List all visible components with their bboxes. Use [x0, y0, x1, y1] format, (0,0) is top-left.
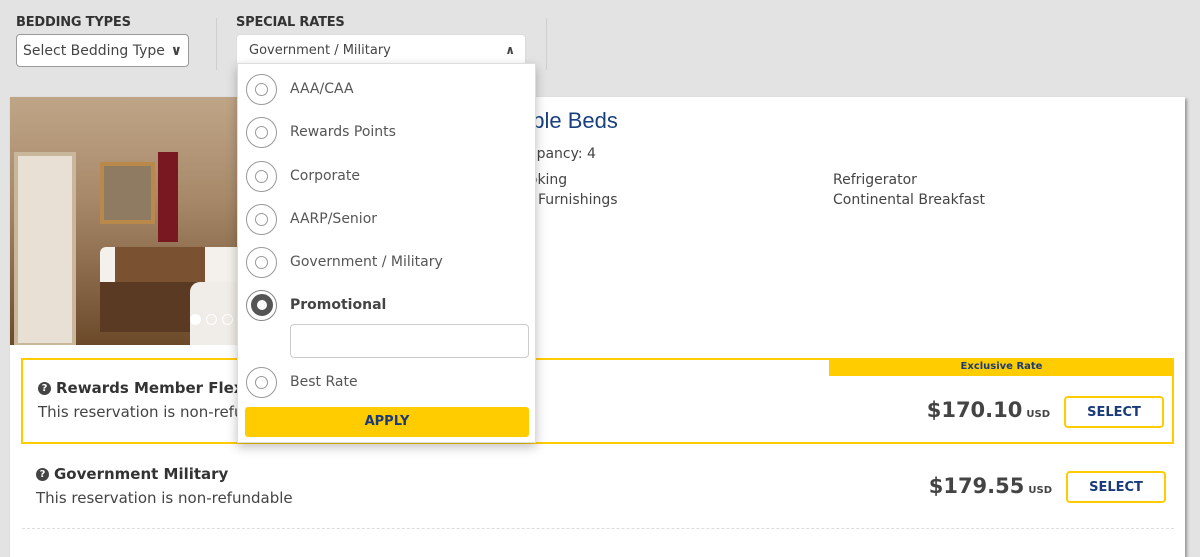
- divider: [22, 528, 1174, 529]
- select-button[interactable]: SELECT: [1064, 396, 1164, 428]
- currency: USD: [1026, 409, 1050, 420]
- carousel-dot[interactable]: [222, 314, 233, 325]
- radio-icon[interactable]: [246, 73, 277, 105]
- option-label: AAA/CAA: [290, 81, 354, 97]
- option-rewards-points[interactable]: Rewards Points: [246, 116, 396, 148]
- option-label: Promotional: [290, 297, 387, 313]
- rate-price: $179.55 USD: [929, 474, 1052, 498]
- rate-title: ? Government Military: [36, 465, 228, 483]
- currency: USD: [1028, 485, 1052, 496]
- option-corporate[interactable]: Corporate: [246, 160, 360, 192]
- option-aarp-senior[interactable]: AARP/Senior: [246, 203, 377, 235]
- radio-icon[interactable]: [246, 116, 277, 148]
- option-best-rate[interactable]: Best Rate: [246, 366, 358, 398]
- rate-desc: This reservation is non-refu: [38, 403, 244, 421]
- bedding-type-value: Select Bedding Type: [23, 42, 165, 59]
- option-promotional[interactable]: Promotional: [246, 289, 386, 321]
- radio-icon[interactable]: [246, 203, 277, 235]
- option-label: AARP/Senior: [290, 211, 378, 227]
- exclusive-rate-badge: Exclusive Rate: [829, 358, 1174, 376]
- bedding-type-select[interactable]: Select Bedding Type ∨: [16, 34, 189, 67]
- apply-button[interactable]: APPLY: [245, 407, 529, 437]
- carousel-dot[interactable]: [206, 314, 217, 325]
- chevron-down-icon: ∨: [170, 42, 182, 59]
- help-icon[interactable]: ?: [36, 467, 49, 481]
- radio-icon[interactable]: [246, 160, 277, 192]
- option-label: Rewards Points: [290, 124, 396, 140]
- option-label: Government / Military: [290, 254, 443, 270]
- rate-desc: This reservation is non-refundable: [36, 489, 293, 507]
- help-icon[interactable]: ?: [38, 381, 51, 395]
- radio-selected-icon[interactable]: [246, 289, 277, 321]
- room-photo[interactable]: [10, 97, 237, 345]
- option-label: Best Rate: [290, 374, 358, 390]
- special-rates-label: SPECIAL RATES: [236, 15, 345, 30]
- amenity: Continental Breakfast: [833, 192, 986, 208]
- price-value: $170.10: [926, 398, 1023, 422]
- promo-code-input[interactable]: [290, 324, 529, 358]
- radio-icon[interactable]: [246, 246, 277, 278]
- option-aaa-caa[interactable]: AAA/CAA: [246, 73, 354, 105]
- select-button[interactable]: SELECT: [1066, 471, 1166, 503]
- rate-title: ? Rewards Member Flexi: [38, 379, 249, 397]
- amenity: Furnishings: [538, 192, 618, 208]
- curtain: [158, 152, 178, 242]
- option-label: Corporate: [290, 168, 360, 184]
- special-rates-value: Government / Military: [249, 42, 391, 58]
- price-value: $179.55: [928, 474, 1025, 498]
- amenity: Refrigerator: [833, 172, 917, 188]
- option-government-military[interactable]: Government / Military: [246, 246, 443, 278]
- divider: [216, 18, 217, 70]
- mirror: [100, 162, 155, 224]
- rate-price: $170.10 USD: [927, 398, 1050, 422]
- carousel-dot-active[interactable]: [190, 314, 201, 325]
- rate-title-text: Government Military: [54, 465, 229, 483]
- bedding-types-label: BEDDING TYPES: [16, 15, 131, 30]
- rate-title-text: Rewards Member Flexi: [56, 379, 249, 397]
- divider: [546, 18, 547, 70]
- bed-cover: [115, 247, 205, 285]
- radio-icon[interactable]: [246, 366, 277, 398]
- special-rates-select[interactable]: Government / Military ∧: [236, 34, 526, 66]
- bathroom-door: [14, 152, 76, 345]
- chevron-up-icon: ∧: [505, 43, 515, 57]
